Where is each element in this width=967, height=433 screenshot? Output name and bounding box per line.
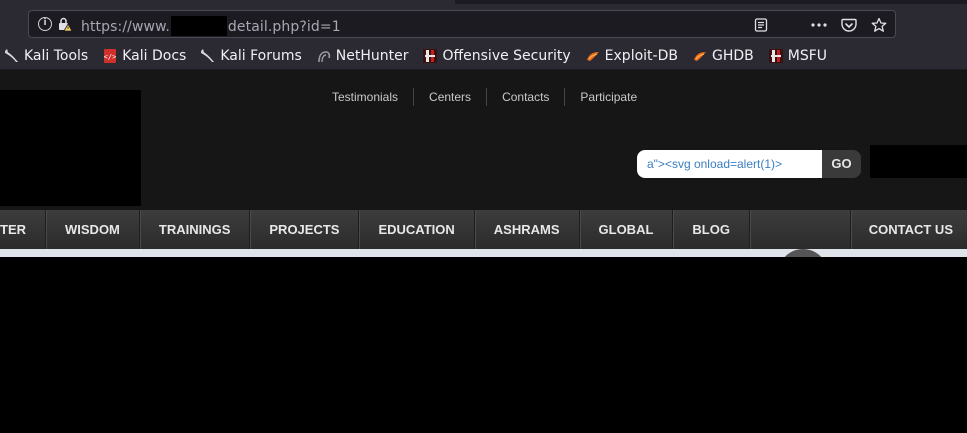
kali-dragon-icon [4,48,20,64]
go-button[interactable]: GO [822,150,861,178]
mainnav-item-trainings[interactable]: TRAININGS [140,210,251,249]
site-header: Testimonials Centers Contacts Participat… [0,70,967,210]
offsec-icon [768,48,784,64]
mainnav-item-ashrams[interactable]: ASHRAMS [475,210,580,249]
browser-toolbar: i https://www. detail.php?id=1 [0,0,967,42]
bookmark-kali-docs[interactable]: </> Kali Docs [102,44,192,68]
bookmark-nethunter[interactable]: NetHunter [316,44,415,68]
exploit-db-icon [692,48,708,64]
mainnav-item-blog[interactable]: BLOG [673,210,750,249]
top-navigation: Testimonials Centers Contacts Participat… [317,88,652,106]
pocket-icon[interactable] [841,17,857,33]
topnav-testimonials[interactable]: Testimonials [317,88,415,106]
url-actions [753,15,887,35]
mainnav-item-education[interactable]: EDUCATION [359,210,475,249]
bookmark-label: MSFU [787,47,827,64]
globe-image-edge [778,249,828,257]
url-prefix: https://www. [81,19,170,35]
bookmark-label: Exploit-DB [604,47,678,64]
offsec-icon [422,48,438,64]
bookmark-label: Kali Tools [24,47,89,64]
url-redaction [170,16,227,36]
logo-redaction [0,90,141,206]
topnav-contacts[interactable]: Contacts [487,88,566,106]
bookmarks-toolbar: Kali Tools </> Kali Docs Kali Forums Net… [0,42,967,70]
reader-view-icon[interactable] [753,17,769,33]
bookmark-label: Kali Forums [220,47,302,64]
mainnav-item-center[interactable]: TER [0,210,46,249]
mainnav-item-wisdom[interactable]: WISDOM [46,210,140,249]
bookmark-label: Offensive Security [442,47,571,64]
kali-docs-icon: </> [102,48,118,64]
mainnav-item-projects[interactable]: PROJECTS [250,210,360,249]
mainnav-item-global[interactable]: GLOBAL [580,210,674,249]
topnav-centers[interactable]: Centers [414,88,488,106]
bookmark-ghdb[interactable]: GHDB [692,44,760,68]
url-text[interactable]: https://www. detail.php?id=1 [81,16,341,36]
main-navigation: TER WISDOM TRAININGS PROJECTS EDUCATION … [0,210,967,249]
bookmark-kali-forums[interactable]: Kali Forums [200,44,307,68]
mainnav-item-contact-us[interactable]: CONTACT US [849,210,967,249]
insecure-lock-icon[interactable] [57,16,73,32]
bookmark-star-icon[interactable] [871,17,887,33]
bookmark-label: NetHunter [335,47,409,64]
bookmark-kali-tools[interactable]: Kali Tools [4,44,94,68]
bookmark-msfu[interactable]: MSFU [768,44,833,68]
info-icon[interactable]: i [38,17,52,31]
url-suffix: detail.php?id=1 [227,19,341,35]
more-actions-icon[interactable] [811,17,827,33]
content-redaction [0,257,967,433]
svg-text:</>: </> [104,53,117,61]
url-bar[interactable]: i https://www. detail.php?id=1 [28,10,896,38]
bookmark-offensive-security[interactable]: Offensive Security [422,44,576,68]
mainnav-spacer [750,210,850,249]
bookmark-label: GHDB [711,47,754,64]
bookmark-exploit-db[interactable]: Exploit-DB [585,44,684,68]
search-input[interactable]: a"><svg onload=alert(1)> [637,150,822,178]
header-right-redaction [870,145,967,178]
bookmark-label: Kali Docs [122,47,187,64]
exploit-db-icon [585,48,601,64]
topnav-participate[interactable]: Participate [565,88,652,106]
kali-dragon-icon [200,48,216,64]
nethunter-icon [316,48,332,64]
active-tab-edge[interactable] [0,0,455,4]
